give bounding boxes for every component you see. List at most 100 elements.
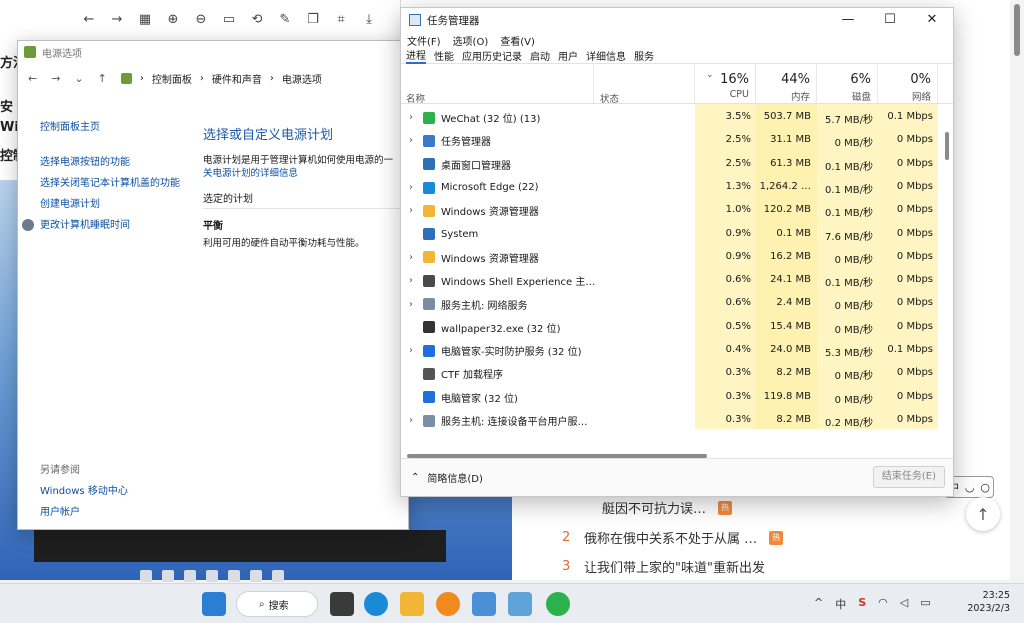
expand-chevron-icon[interactable]: › [401, 275, 417, 286]
table-row[interactable]: › 电脑管家-实时防护服务 (32 位) 0.4% 24.0 MB 5.3 MB/秒 0.… [401, 339, 938, 362]
tab-users[interactable]: 用户 [558, 48, 578, 63]
see-also: 另请参阅 Windows 移动中心 用户帐户 [40, 461, 128, 527]
tab-performance[interactable]: 性能 [434, 48, 454, 63]
copy-icon[interactable]: ❐ [306, 12, 320, 27]
news-item[interactable]: 艇因不可抗力误… 热 [540, 498, 1010, 517]
search-app-icon[interactable] [436, 592, 460, 616]
expand-chevron-icon[interactable]: › [401, 205, 417, 216]
rotate-icon[interactable]: ⟲ [250, 12, 264, 27]
forward-icon[interactable]: → [110, 12, 124, 27]
table-row[interactable]: › 服务主机: 连接设备平台用户服… 0.3% 8.2 MB 0.2 MB/秒 0 Mbp… [401, 409, 938, 432]
menu-options[interactable]: 选项(O) [453, 33, 489, 48]
plan-name[interactable]: 平衡 [203, 217, 408, 232]
zoom-out-icon[interactable]: ⊖ [194, 12, 208, 27]
news-item[interactable]: 2 俄称在俄中关系不处于从属 … 热 [540, 528, 1010, 547]
grid-icon[interactable]: ▦ [138, 12, 152, 27]
volume-icon[interactable]: ◁ [900, 596, 908, 612]
tab-processes[interactable]: 进程 [406, 47, 426, 64]
table-row[interactable]: › WeChat (32 位) (13) 3.5% 503.7 MB 5.7 MB/秒 0… [401, 106, 938, 129]
menu-file[interactable]: 文件(F) [407, 33, 441, 48]
clock[interactable]: 23:25 2023/2/3 [967, 589, 1010, 615]
task-view-icon[interactable] [330, 592, 354, 616]
expand-chevron-icon[interactable]: › [401, 345, 417, 356]
page-scrollbar[interactable] [1010, 0, 1024, 580]
column-header-cpu[interactable]: 16% CPU [695, 64, 756, 104]
back-icon[interactable]: ← [82, 12, 96, 27]
wechat-taskbar-icon[interactable] [546, 592, 570, 616]
column-header-memory[interactable]: 44% 内存 [756, 64, 817, 104]
download-icon[interactable]: ⤓ [362, 12, 376, 27]
mobility-center-link[interactable]: Windows 移动中心 [40, 485, 128, 498]
back-to-top-button[interactable]: ↑ [966, 497, 1000, 531]
table-row[interactable]: wallpaper32.exe (32 位) 0.5% 15.4 MB 0 MB/秒 0… [401, 316, 938, 339]
fewer-details-button[interactable]: 简略信息(D) [427, 470, 483, 485]
breadcrumb-control-panel[interactable]: 控制面板 [152, 71, 192, 86]
table-row[interactable]: › 服务主机: 网络服务 0.6% 2.4 MB 0 MB/秒 0 Mbps [401, 292, 938, 315]
expand-chevron-icon[interactable]: › [401, 182, 417, 193]
table-row[interactable]: System 0.9% 0.1 MB 7.6 MB/秒 0 Mbps [401, 223, 938, 246]
minimize-button[interactable]: — [827, 8, 869, 32]
back-icon[interactable]: ← [28, 72, 37, 85]
wifi-icon[interactable]: ◠ [878, 596, 888, 612]
sidebar-item-power-button[interactable]: 选择电源按钮的功能 [40, 156, 180, 169]
sidebar-item-sleep-time[interactable]: 更改计算机睡眠时间 [22, 219, 180, 232]
edit-icon[interactable]: ✎ [278, 12, 292, 27]
sidebar-item-control-panel-home[interactable]: 控制面板主页 [40, 121, 180, 134]
zoom-in-icon[interactable]: ⊕ [166, 12, 180, 27]
forward-icon[interactable]: → [51, 72, 60, 85]
scrollbar-thumb[interactable] [1014, 4, 1020, 56]
app-tray-icon[interactable]: S [858, 596, 866, 612]
tray-overflow-icon[interactable]: ^ [814, 596, 823, 612]
window-titlebar[interactable]: 电源选项 [18, 41, 408, 63]
table-row[interactable]: 电脑管家 (32 位) 0.3% 119.8 MB 0 MB/秒 0 Mbps [401, 386, 938, 409]
breadcrumb-hardware-sound[interactable]: 硬件和声音 [212, 71, 262, 86]
maximize-button[interactable]: ☐ [869, 8, 911, 32]
end-task-button[interactable]: 结束任务(E) [872, 466, 945, 488]
expand-chevron-icon[interactable]: › [401, 252, 417, 263]
explorer-icon[interactable] [400, 592, 424, 616]
expand-chevron-icon[interactable]: › [401, 299, 417, 310]
table-row[interactable]: › Windows 资源管理器 0.9% 16.2 MB 0 MB/秒 0 Mbps [401, 246, 938, 269]
sidebar-item-lid-close[interactable]: 选择关闭笔记本计算机盖的功能 [40, 177, 180, 190]
expand-chevron-icon[interactable]: › [401, 415, 417, 426]
tab-startup[interactable]: 启动 [530, 48, 550, 63]
column-header-status[interactable]: 状态 [594, 64, 695, 105]
taskbar-search[interactable]: ⌕ 搜索 [236, 591, 318, 617]
chevron-up-icon[interactable]: ⌃ [411, 472, 419, 483]
ime-tray-icon[interactable]: 中 [835, 596, 846, 612]
fit-icon[interactable]: ▭ [222, 12, 236, 27]
table-row[interactable]: CTF 加载程序 0.3% 8.2 MB 0 MB/秒 0 Mbps [401, 362, 938, 385]
battery-icon[interactable]: ▭ [920, 596, 930, 612]
start-icon[interactable] [202, 592, 226, 616]
chevron-down-icon[interactable]: ⌄ [74, 72, 83, 85]
crop-icon[interactable]: ⌗ [334, 12, 348, 27]
table-row[interactable]: › 任务管理器 2.5% 31.1 MB 0 MB/秒 0 Mbps [401, 129, 938, 152]
table-row[interactable]: › Microsoft Edge (22) 1.3% 1,264.2 … 0.1 MB/… [401, 176, 938, 199]
ime-mode-icon[interactable]: ◡ [965, 481, 975, 494]
column-header-network[interactable]: 0% 网络 [878, 64, 938, 104]
table-row[interactable]: › Windows 资源管理器 1.0% 120.2 MB 0.1 MB/秒 0 Mbps [401, 199, 938, 222]
breadcrumb-power-options[interactable]: 电源选项 [282, 71, 322, 86]
user-accounts-link[interactable]: 用户帐户 [40, 506, 128, 519]
expand-chevron-icon[interactable]: › [401, 112, 417, 123]
table-row[interactable]: 桌面窗口管理器 2.5% 61.3 MB 0.1 MB/秒 0 Mbps [401, 153, 938, 176]
plan-details-link[interactable]: 关电源计划的详细信息 [203, 168, 298, 179]
edge-icon[interactable] [364, 592, 388, 616]
tab-details[interactable]: 详细信息 [586, 48, 626, 63]
column-header-disk[interactable]: 6% 磁盘 [817, 64, 878, 104]
control-panel-taskbar-icon[interactable] [508, 592, 532, 616]
sidebar-item-create-plan[interactable]: 创建电源计划 [40, 198, 180, 211]
close-button[interactable]: ✕ [911, 8, 953, 32]
column-header-name[interactable]: 名称 [401, 64, 594, 105]
news-item[interactable]: 3 让我们带上家的"味道"重新出发 [540, 557, 1010, 576]
vertical-scrollbar[interactable] [945, 132, 949, 160]
ime-settings-icon[interactable]: ○ [980, 481, 990, 494]
tab-app-history[interactable]: 应用历史记录 [462, 48, 522, 63]
tab-services[interactable]: 服务 [634, 48, 654, 63]
expand-chevron-icon[interactable]: › [401, 135, 417, 146]
menu-view[interactable]: 查看(V) [500, 33, 535, 48]
table-row[interactable]: › Windows Shell Experience 主… 0.6% 24.1 MB 0… [401, 269, 938, 292]
taskmgr-taskbar-icon[interactable] [472, 592, 496, 616]
see-also-heading: 另请参阅 [40, 465, 80, 476]
up-icon[interactable]: ↑ [98, 72, 107, 85]
